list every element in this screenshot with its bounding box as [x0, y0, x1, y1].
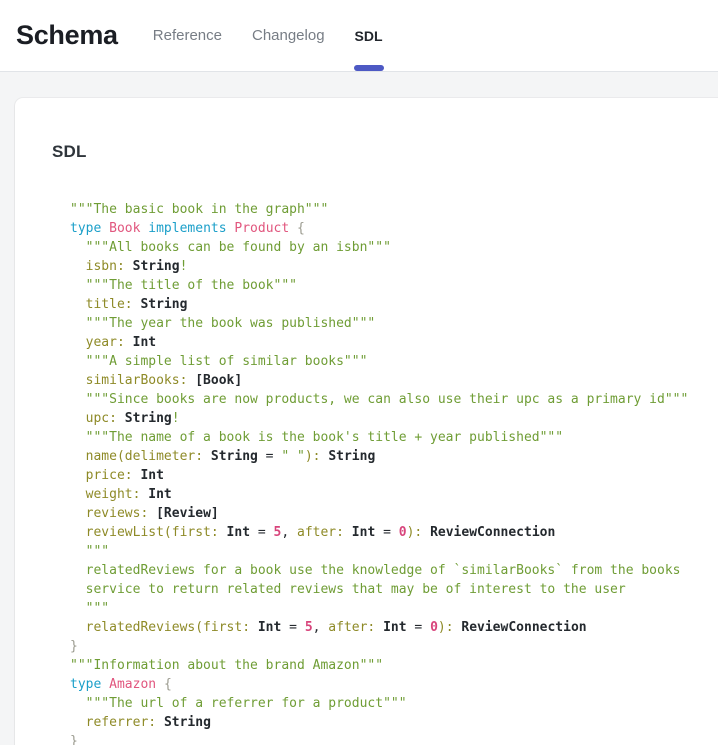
code-line: weight: Int [70, 485, 700, 504]
page-header: Schema Reference Changelog SDL [0, 0, 718, 72]
code-line: reviewList(first: Int = 5, after: Int = … [70, 523, 700, 542]
code-line: } [70, 637, 700, 656]
code-line: """The name of a book is the book's titl… [70, 428, 700, 447]
code-line: similarBooks: [Book] [70, 371, 700, 390]
code-line: """The basic book in the graph""" [70, 200, 700, 219]
code-line: """ [70, 542, 700, 561]
code-line: } [70, 732, 700, 745]
sdl-code-block: """The basic book in the graph"""type Bo… [70, 200, 700, 745]
tab-bar: Reference Changelog SDL [151, 0, 385, 71]
tab-sdl[interactable]: SDL [353, 0, 385, 71]
code-line: upc: String! [70, 409, 700, 428]
code-line: """The title of the book""" [70, 276, 700, 295]
code-line: type Amazon { [70, 675, 700, 694]
code-line: """ [70, 599, 700, 618]
code-line: service to return related reviews that m… [70, 580, 700, 599]
code-line: isbn: String! [70, 257, 700, 276]
code-line: """Information about the brand Amazon""" [70, 656, 700, 675]
content-area: SDL """The basic book in the graph"""typ… [0, 72, 718, 745]
code-line: reviews: [Review] [70, 504, 700, 523]
code-line: title: String [70, 295, 700, 314]
code-line: """The year the book was published""" [70, 314, 700, 333]
code-line: relatedReviews(first: Int = 5, after: In… [70, 618, 700, 637]
code-line: """A simple list of similar books""" [70, 352, 700, 371]
sdl-card: SDL """The basic book in the graph"""typ… [15, 98, 718, 745]
code-line: """The url of a referrer for a product""… [70, 694, 700, 713]
code-line: relatedReviews for a book use the knowle… [70, 561, 700, 580]
code-line: price: Int [70, 466, 700, 485]
code-line: """All books can be found by an isbn""" [70, 238, 700, 257]
sdl-heading: SDL [52, 142, 700, 162]
tab-reference[interactable]: Reference [151, 0, 224, 71]
code-line: referrer: String [70, 713, 700, 732]
page-title: Schema [16, 20, 118, 51]
tab-changelog[interactable]: Changelog [250, 0, 327, 71]
code-line: year: Int [70, 333, 700, 352]
code-line: """Since books are now products, we can … [70, 390, 700, 409]
code-line: type Book implements Product { [70, 219, 700, 238]
code-line: name(delimeter: String = " "): String [70, 447, 700, 466]
